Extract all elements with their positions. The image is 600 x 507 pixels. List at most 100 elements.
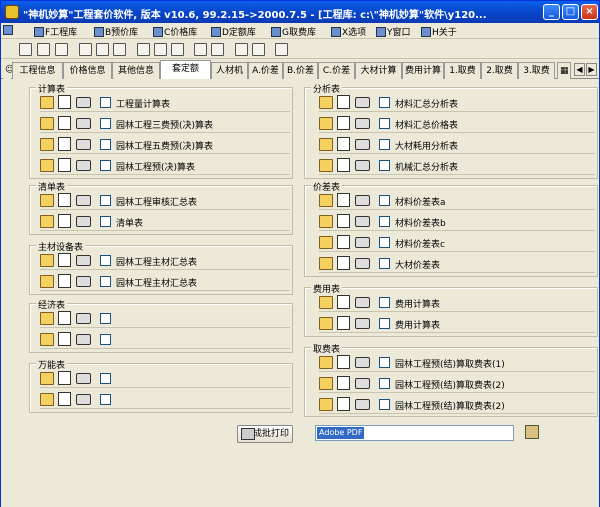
maximize-button[interactable]: □ [562,4,579,20]
select-checkbox[interactable] [379,378,390,389]
print-icon[interactable] [355,258,370,269]
preview-icon[interactable] [58,332,71,346]
select-checkbox[interactable] [379,357,390,368]
preview-icon[interactable] [58,214,71,228]
preview-icon[interactable] [337,158,350,172]
list-item[interactable]: 园林工程预(结)算取费表(2) [319,396,595,414]
open-icon[interactable] [40,138,54,151]
tab-material-calc[interactable]: 大材计算 [355,62,402,79]
print-icon[interactable] [76,97,91,108]
preview-icon[interactable] [58,274,71,288]
select-checkbox[interactable] [100,160,111,171]
select-checkbox[interactable] [379,297,390,308]
preview-icon[interactable] [337,137,350,151]
table-icon[interactable] [171,43,184,56]
print-icon[interactable] [355,237,370,248]
list-item[interactable]: 清单表 [40,213,290,231]
preview-icon[interactable] [58,253,71,267]
open-icon[interactable] [319,317,333,330]
list-item[interactable]: 材料价差表a [319,192,595,210]
preview-icon[interactable] [58,137,71,151]
list-item[interactable] [40,370,290,388]
list-item[interactable]: 材料汇总价格表 [319,115,595,133]
select-checkbox[interactable] [100,216,111,227]
list-item[interactable]: 园林工程三费预(决)算表 [40,115,290,133]
open-icon[interactable] [319,257,333,270]
menu-budget[interactable]: B预价库 [94,25,138,38]
list-item[interactable]: 大材价差表 [319,255,595,273]
select-checkbox[interactable] [379,216,390,227]
open-icon[interactable] [40,275,54,288]
list-item[interactable]: 工程量计算表 [40,94,290,112]
preview-icon[interactable] [58,193,71,207]
print-icon[interactable] [76,394,91,405]
list-item[interactable]: 园林工程主材汇总表 [40,273,290,291]
cut-icon[interactable] [79,43,92,56]
menu-project[interactable]: F工程库 [34,25,77,38]
preview-icon[interactable] [58,116,71,130]
print-icon[interactable] [76,195,91,206]
open-icon[interactable] [40,312,54,325]
open-icon[interactable] [319,296,333,309]
print-icon[interactable] [76,139,91,150]
menu-quota[interactable]: D定额库 [211,25,256,38]
print-icon[interactable] [355,195,370,206]
open-icon[interactable] [319,194,333,207]
tab-apply-quota[interactable]: 套定额 [160,60,211,79]
select-checkbox[interactable] [379,237,390,248]
print-icon[interactable] [76,118,91,129]
monitor-icon[interactable] [252,43,265,56]
menu-options[interactable]: X选项 [331,25,366,38]
list-item[interactable]: 材料价差表b [319,213,595,231]
list-item[interactable]: 园林工程预(决)算表 [40,157,290,175]
select-checkbox[interactable] [379,399,390,410]
select-checkbox[interactable] [100,139,111,150]
list-item[interactable]: 费用计算表 [319,294,595,312]
preview-icon[interactable] [337,316,350,330]
select-checkbox[interactable] [100,313,111,324]
open-icon[interactable] [40,194,54,207]
batch-print-button[interactable]: 成批打印 [237,425,293,443]
select-checkbox[interactable] [379,318,390,329]
print-icon[interactable] [76,216,91,227]
list-item[interactable]: 园林工程预(结)算取费表(1) [319,354,595,372]
print-icon[interactable] [76,334,91,345]
list-item[interactable]: 材料价差表c [319,234,595,252]
preview-icon[interactable] [337,355,350,369]
list-item[interactable] [40,391,290,409]
select-checkbox[interactable] [100,195,111,206]
preview-icon[interactable] [58,392,71,406]
open-icon[interactable] [40,215,54,228]
open-folder-icon[interactable] [37,43,50,56]
select-checkbox[interactable] [100,334,111,345]
print-icon[interactable] [355,318,370,329]
print-icon[interactable] [355,297,370,308]
print-icon[interactable] [76,160,91,171]
tab-price-diff-a[interactable]: A.价差 [248,62,283,79]
tab-project-info[interactable]: 工程信息 [12,62,63,79]
alert-icon[interactable] [194,43,207,56]
insert-row-icon[interactable] [137,43,150,56]
menu-about[interactable]: H关于 [421,25,457,38]
print-icon[interactable] [76,313,91,324]
preview-icon[interactable] [58,371,71,385]
tab-extra-icon[interactable]: ▦ [557,62,571,79]
open-icon[interactable] [40,372,54,385]
search-icon[interactable] [235,43,248,56]
preview-icon[interactable] [337,376,350,390]
select-checkbox[interactable] [379,139,390,150]
list-item[interactable] [40,331,290,349]
open-icon[interactable] [40,254,54,267]
list-item[interactable]: 机械汇总分析表 [319,157,595,175]
preview-icon[interactable] [337,214,350,228]
preview-icon[interactable] [58,311,71,325]
print-icon[interactable] [355,216,370,227]
menu-fee[interactable]: G取费库 [271,25,316,38]
preview-icon[interactable] [337,397,350,411]
tab-scroll-right-icon[interactable]: ▶ [586,63,597,76]
select-checkbox[interactable] [379,258,390,269]
preview-icon[interactable] [337,256,350,270]
list-item[interactable]: 材料汇总分析表 [319,94,595,112]
open-icon[interactable] [319,159,333,172]
tab-price-diff-c[interactable]: C.价差 [318,62,355,79]
